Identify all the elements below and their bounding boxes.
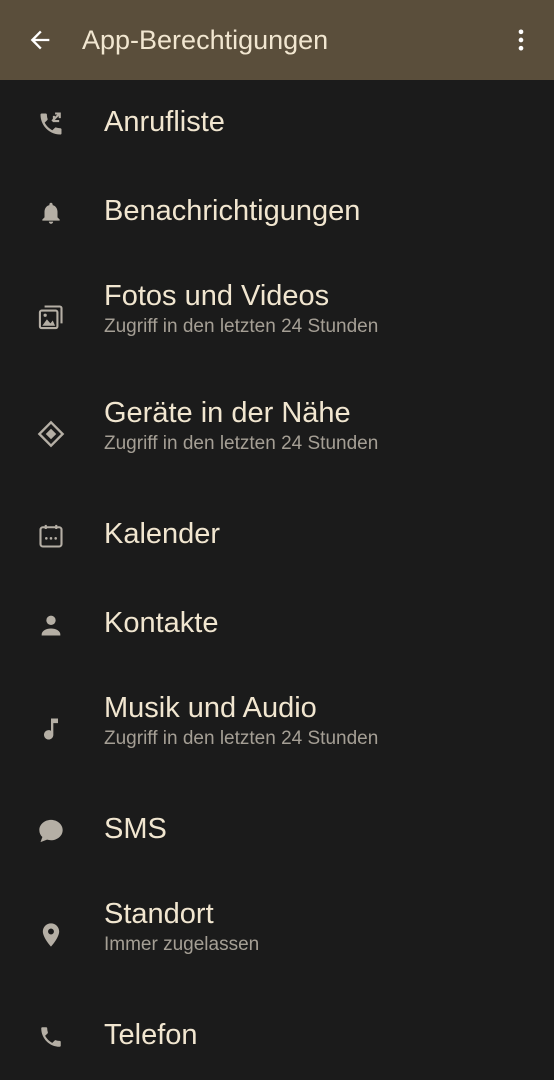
permission-item-nearby-devices[interactable]: Geräte in der Nähe Zugriff in den letzte… bbox=[0, 375, 554, 492]
call-log-icon bbox=[36, 109, 66, 139]
permission-item-sms[interactable]: SMS bbox=[0, 787, 554, 876]
permission-label: Geräte in der Nähe bbox=[104, 397, 351, 429]
permission-item-calendar[interactable]: Kalender bbox=[0, 492, 554, 581]
permission-item-contacts[interactable]: Kontakte bbox=[0, 581, 554, 670]
bell-icon bbox=[36, 198, 66, 228]
permission-item-call-log[interactable]: Anrufliste bbox=[0, 80, 554, 169]
permission-status: Zugriff in den letzten 24 Stunden bbox=[104, 728, 379, 749]
permission-label: Fotos und Videos bbox=[104, 280, 330, 312]
permission-status: Zugriff in den letzten 24 Stunden bbox=[104, 433, 379, 454]
more-options-button[interactable] bbox=[502, 22, 540, 58]
permission-item-location[interactable]: Standort Immer zugelassen bbox=[0, 876, 554, 993]
permission-status: Immer zugelassen bbox=[104, 934, 260, 955]
arrow-back-icon bbox=[30, 30, 50, 50]
more-vert-icon bbox=[518, 29, 524, 51]
permission-item-notifications[interactable]: Benachrichtigungen bbox=[0, 169, 554, 258]
permission-label: Kalender bbox=[104, 518, 221, 550]
nearby-devices-icon bbox=[36, 419, 66, 449]
location-icon bbox=[36, 920, 66, 950]
app-permissions-screen: App-Berechtigungen Anrufliste Benachrich… bbox=[0, 0, 554, 1080]
sms-icon bbox=[36, 816, 66, 846]
calendar-icon bbox=[36, 521, 66, 551]
back-button[interactable] bbox=[22, 22, 58, 58]
person-icon bbox=[36, 610, 66, 640]
permission-label: Anrufliste bbox=[104, 106, 225, 138]
top-app-bar: App-Berechtigungen bbox=[0, 0, 554, 80]
permission-item-music-audio[interactable]: Musik und Audio Zugriff in den letzten 2… bbox=[0, 670, 554, 787]
permission-label: SMS bbox=[104, 813, 167, 845]
permission-label: Musik und Audio bbox=[104, 692, 317, 724]
phone-icon bbox=[36, 1022, 66, 1052]
permission-item-phone[interactable]: Telefon bbox=[0, 993, 554, 1080]
photos-icon bbox=[36, 302, 66, 332]
permission-label: Benachrichtigungen bbox=[104, 195, 361, 227]
permission-status: Zugriff in den letzten 24 Stunden bbox=[104, 316, 379, 337]
permissions-list: Anrufliste Benachrichtigungen Fotos und … bbox=[0, 80, 554, 1080]
permission-item-photos-videos[interactable]: Fotos und Videos Zugriff in den letzten … bbox=[0, 258, 554, 375]
page-title: App-Berechtigungen bbox=[82, 25, 329, 55]
permission-label: Standort bbox=[104, 898, 214, 930]
permission-label: Kontakte bbox=[104, 607, 219, 639]
permission-label: Telefon bbox=[104, 1019, 198, 1051]
music-note-icon bbox=[36, 714, 66, 744]
